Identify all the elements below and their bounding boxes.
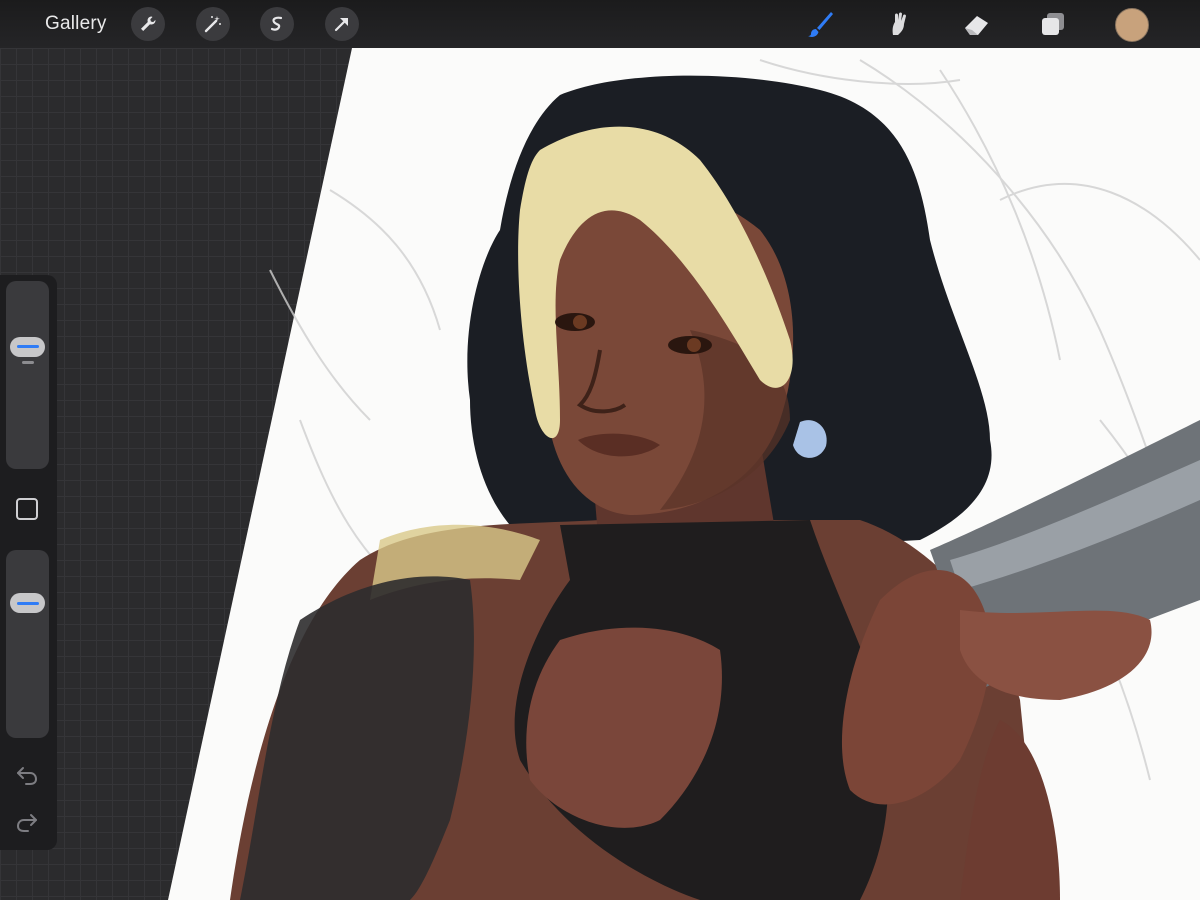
magic-wand-icon: [204, 16, 221, 33]
color-picker-swatch[interactable]: [1115, 8, 1149, 42]
gallery-button[interactable]: Gallery: [45, 13, 107, 35]
redo-icon: [16, 814, 37, 832]
eraser-icon: [965, 16, 988, 35]
redo-button[interactable]: [13, 810, 41, 834]
selection-button[interactable]: [260, 7, 294, 41]
transform-arrow-icon: [334, 18, 348, 32]
smudge-icon: [892, 12, 906, 35]
adjustments-button[interactable]: [196, 7, 230, 41]
brush-size-slider[interactable]: [6, 281, 49, 469]
brush-icon: [808, 12, 833, 37]
brush-size-secondary-marker: [22, 360, 34, 364]
eraser-button[interactable]: [960, 8, 992, 40]
transform-button[interactable]: [325, 7, 359, 41]
undo-button[interactable]: [13, 763, 41, 787]
top-toolbar: Gallery: [0, 0, 1200, 48]
actions-button[interactable]: [131, 7, 165, 41]
opacity-slider[interactable]: [6, 550, 49, 738]
modifier-square-icon[interactable]: [16, 498, 38, 520]
layers-button[interactable]: [1037, 8, 1069, 40]
selection-icon: [270, 16, 283, 31]
undo-icon: [17, 767, 38, 785]
canvas-artwork[interactable]: [0, 0, 1200, 900]
brush-size-thumb[interactable]: [10, 336, 45, 357]
wrench-icon: [141, 16, 156, 31]
layers-icon: [1042, 13, 1064, 35]
left-sidebar: [0, 275, 57, 850]
smudge-button[interactable]: [882, 8, 914, 40]
brush-button[interactable]: [804, 8, 836, 40]
opacity-thumb[interactable]: [10, 593, 45, 614]
